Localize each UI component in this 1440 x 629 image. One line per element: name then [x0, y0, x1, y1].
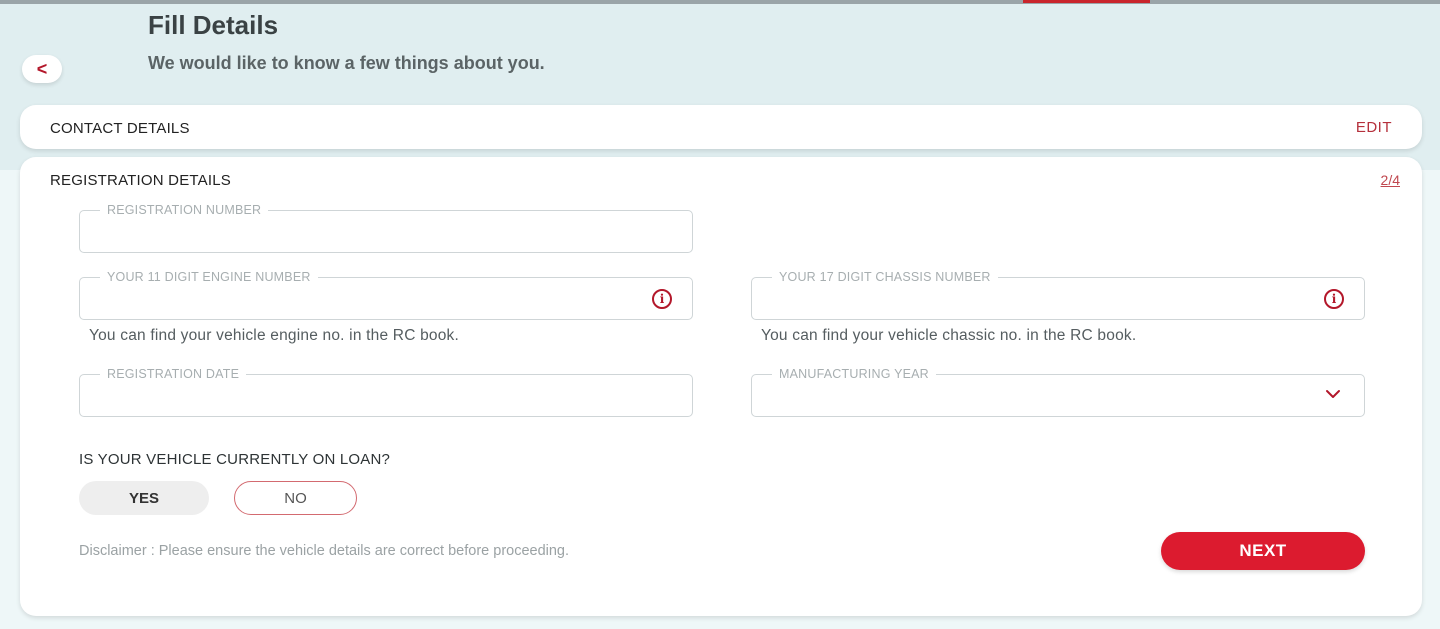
edit-contact-link[interactable]: EDIT [1356, 119, 1392, 136]
engine-number-field[interactable]: YOUR 11 DIGIT ENGINE NUMBER i [79, 270, 693, 320]
registration-date-label: REGISTRATION DATE [100, 367, 247, 381]
chassis-number-label: YOUR 17 DIGIT CHASSIS NUMBER [772, 270, 998, 284]
info-icon[interactable]: i [652, 289, 672, 309]
chassis-number-hint: You can find your vehicle chassic no. in… [761, 327, 1137, 344]
chevron-left-icon: < [36, 58, 48, 79]
step-indicator[interactable]: 2/4 [1381, 172, 1400, 188]
engine-number-input[interactable] [94, 286, 646, 312]
page-title: Fill Details [148, 10, 279, 40]
engine-number-hint: You can find your vehicle engine no. in … [89, 327, 460, 344]
page-subtitle: We would like to know a few things about… [148, 53, 545, 73]
loan-yes-button[interactable]: YES [79, 481, 209, 515]
manufacturing-year-select[interactable]: MANUFACTURING YEAR [751, 367, 1365, 417]
back-button[interactable]: < [22, 55, 62, 83]
registration-date-input[interactable] [94, 383, 646, 409]
registration-number-field[interactable]: REGISTRATION NUMBER [79, 203, 693, 253]
registration-date-field[interactable]: REGISTRATION DATE [79, 367, 693, 417]
contact-details-title: CONTACT DETAILS [50, 120, 190, 137]
next-button[interactable]: NEXT [1161, 532, 1365, 570]
contact-details-card[interactable]: CONTACT DETAILS EDIT [20, 105, 1422, 149]
loan-no-button[interactable]: NO [234, 481, 357, 515]
chassis-number-input[interactable] [766, 286, 1318, 312]
manufacturing-year-label: MANUFACTURING YEAR [772, 367, 936, 381]
registration-details-card: REGISTRATION DETAILS 2/4 REGISTRATION NU… [20, 157, 1422, 616]
chassis-number-field[interactable]: YOUR 17 DIGIT CHASSIS NUMBER i [751, 270, 1365, 320]
registration-number-label: REGISTRATION NUMBER [100, 203, 269, 217]
loan-question: IS YOUR VEHICLE CURRENTLY ON LOAN? [79, 451, 391, 468]
active-tab-indicator [1023, 0, 1150, 3]
chevron-down-icon[interactable] [1324, 387, 1342, 401]
registration-details-title: REGISTRATION DETAILS [50, 172, 231, 189]
registration-number-input[interactable] [94, 219, 646, 245]
engine-number-label: YOUR 11 DIGIT ENGINE NUMBER [100, 270, 318, 284]
info-icon[interactable]: i [1324, 289, 1344, 309]
disclaimer-text: Disclaimer : Please ensure the vehicle d… [79, 543, 570, 559]
manufacturing-year-value[interactable] [766, 383, 1318, 409]
